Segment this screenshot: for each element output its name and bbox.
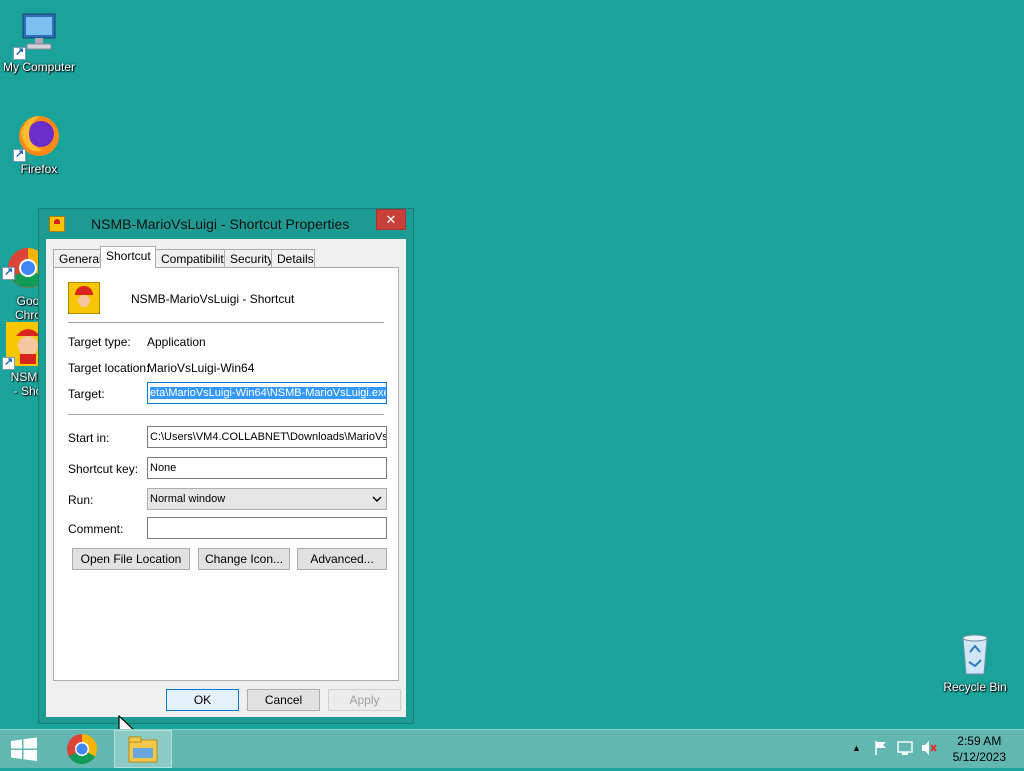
tab-compatibility[interactable]: Compatibility: [155, 249, 230, 267]
apply-button[interactable]: Apply: [328, 689, 401, 711]
recycle-bin-icon: [951, 630, 999, 678]
target-type-label: Target type:: [68, 335, 131, 349]
taskbar: ▲ 2:59 AM 5/12/2023: [0, 729, 1024, 768]
windows-logo-icon: [11, 737, 37, 761]
shortcut-arrow-icon: [2, 265, 15, 280]
desktop-icon-label: My Computer: [2, 60, 76, 74]
close-button[interactable]: ✕: [376, 209, 406, 230]
advanced-button[interactable]: Advanced...: [297, 548, 387, 570]
network-icon[interactable]: [897, 740, 915, 759]
system-clock[interactable]: 2:59 AM 5/12/2023: [953, 733, 1006, 765]
chevron-down-icon: [372, 489, 382, 509]
volume-muted-icon[interactable]: [920, 740, 938, 759]
target-location-label: Target location:: [68, 361, 150, 375]
show-hidden-icons-button[interactable]: ▲: [852, 743, 861, 753]
desktop-icon-my-computer[interactable]: My Computer: [0, 10, 79, 74]
file-explorer-icon: [128, 736, 158, 763]
separator: [68, 414, 384, 415]
tab-security[interactable]: Security: [224, 249, 273, 267]
run-select-value: Normal window: [150, 493, 226, 505]
tab-general[interactable]: General: [53, 249, 102, 267]
target-value: eta\MarioVsLuigi-Win64\NSMB-MarioVsLuigi…: [150, 387, 386, 399]
desktop-icon-label: Firefox: [20, 162, 58, 176]
shortcut-arrow-icon: [2, 355, 15, 370]
target-label: Target:: [68, 387, 105, 401]
target-location-value: MarioVsLuigi-Win64: [147, 361, 255, 375]
start-in-field[interactable]: C:\Users\VM4.COLLABNET\Downloads\MarioVs: [147, 426, 387, 448]
dialog-titlebar[interactable]: NSMB-MarioVsLuigi - Shortcut Properties …: [39, 209, 413, 239]
shortcut-tab-panel: NSMB-MarioVsLuigi - Shortcut Target type…: [53, 267, 399, 681]
shortcut-key-label: Shortcut key:: [68, 462, 139, 476]
mario-title-icon: [49, 216, 65, 232]
shortcut-name: NSMB-MarioVsLuigi - Shortcut: [131, 292, 295, 306]
change-icon-button[interactable]: Change Icon...: [198, 548, 290, 570]
clock-date: 5/12/2023: [952, 750, 1006, 764]
open-file-location-button[interactable]: Open File Location: [72, 548, 190, 570]
run-label: Run:: [68, 493, 94, 507]
separator: [68, 322, 384, 323]
shortcut-arrow-icon: [13, 147, 26, 162]
action-center-flag-icon[interactable]: [873, 740, 889, 759]
firefox-icon: [13, 112, 63, 162]
target-type-value: Application: [147, 335, 206, 349]
shortcut-key-field[interactable]: None: [147, 457, 387, 479]
tab-shortcut[interactable]: Shortcut: [100, 246, 156, 268]
taskbar-file-explorer[interactable]: [114, 730, 172, 768]
dialog-client-area: General Shortcut Compatibility Security …: [46, 239, 406, 717]
shortcut-properties-dialog: NSMB-MarioVsLuigi - Shortcut Properties …: [38, 208, 414, 724]
computer-icon: [13, 10, 63, 60]
target-field[interactable]: eta\MarioVsLuigi-Win64\NSMB-MarioVsLuigi…: [147, 382, 387, 404]
start-button[interactable]: [0, 730, 48, 768]
tab-details[interactable]: Details: [271, 249, 315, 267]
chrome-icon: [67, 734, 98, 765]
run-select[interactable]: Normal window: [147, 488, 387, 510]
comment-field[interactable]: [147, 517, 387, 539]
desktop-icon-recycle-bin[interactable]: Recycle Bin: [935, 630, 1015, 694]
desktop-icon-firefox[interactable]: Firefox: [0, 112, 79, 176]
comment-label: Comment:: [68, 522, 124, 536]
cancel-button[interactable]: Cancel: [247, 689, 320, 711]
shortcut-arrow-icon: [13, 45, 26, 60]
mario-app-icon: [68, 282, 100, 314]
taskbar-chrome[interactable]: [58, 730, 106, 768]
clock-time: 2:59 AM: [957, 734, 1002, 748]
desktop-icon-label: Recycle Bin: [943, 680, 1007, 694]
dialog-title: NSMB-MarioVsLuigi - Shortcut Properties: [91, 216, 350, 232]
start-in-label: Start in:: [68, 431, 110, 445]
ok-button[interactable]: OK: [166, 689, 239, 711]
